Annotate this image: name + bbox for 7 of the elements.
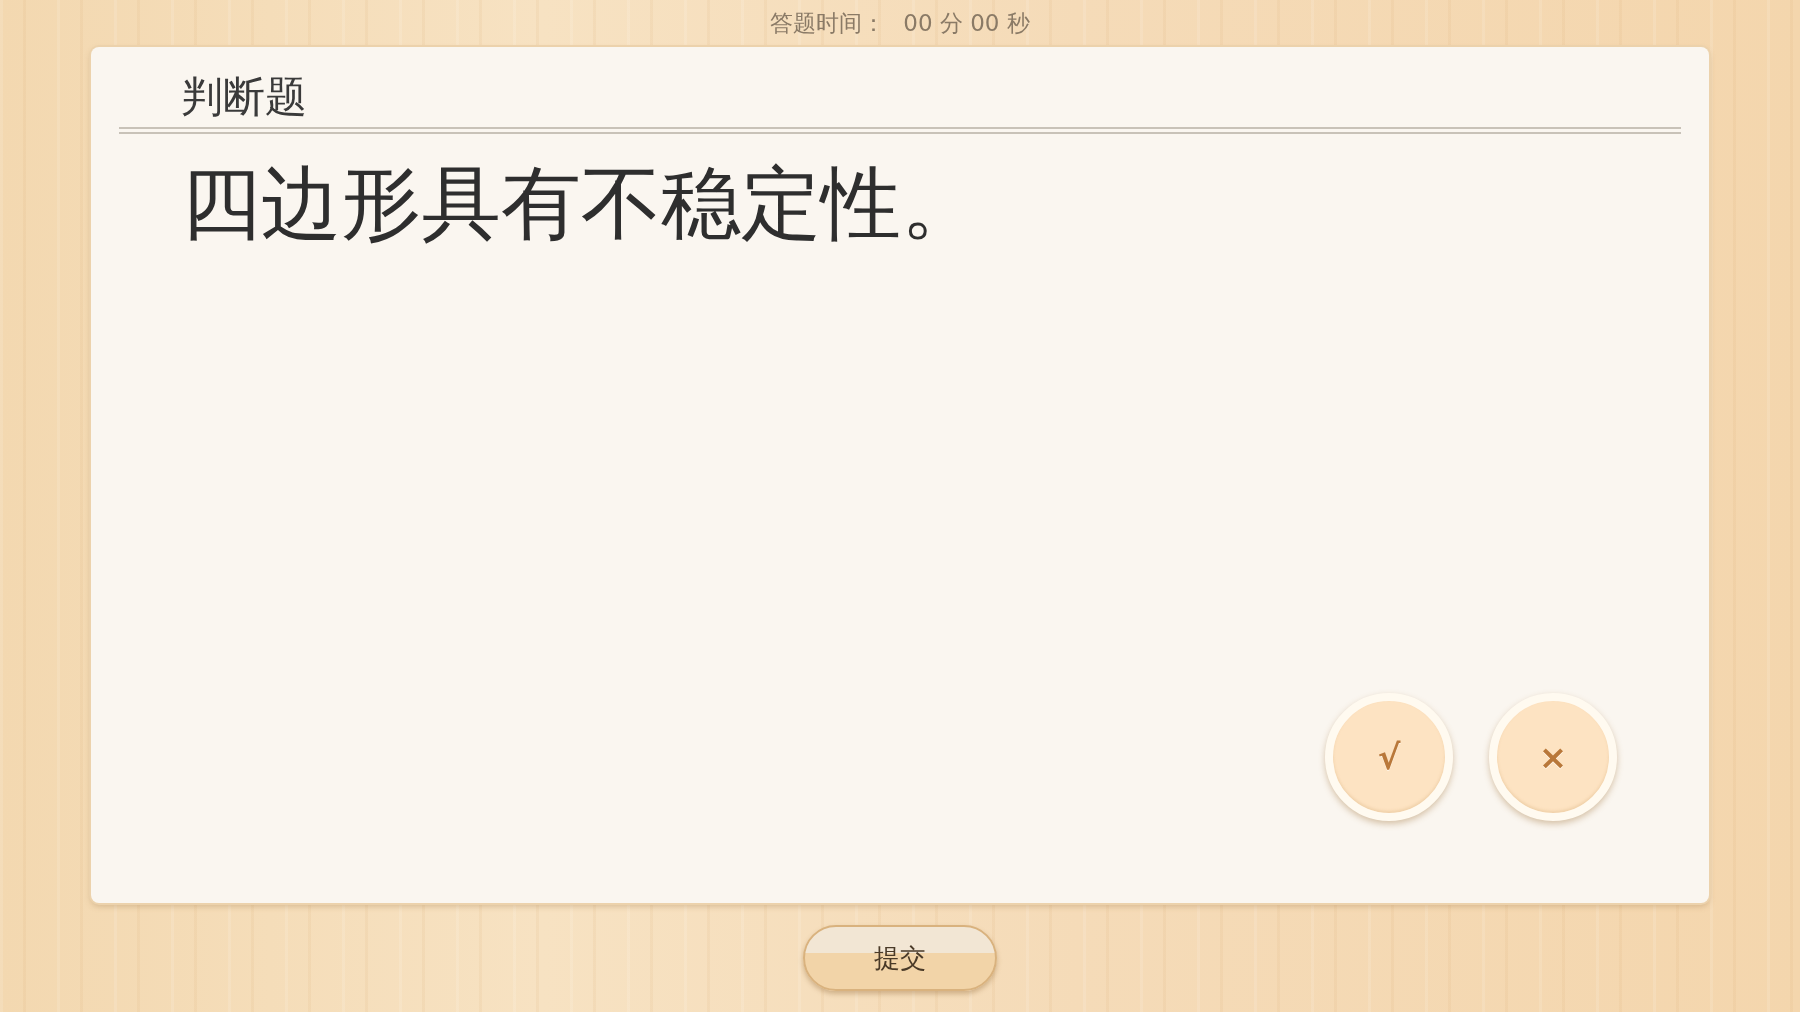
question-text: 四边形具有不稳定性。	[181, 157, 981, 250]
timer-value: 00 分 00 秒	[903, 9, 1030, 38]
timer-label: 答题时间：	[770, 9, 886, 38]
answer-button[interactable]: ×	[1489, 693, 1617, 821]
question-type: 判断题	[181, 72, 307, 121]
answer-button[interactable]: √	[1325, 693, 1453, 821]
submit-button[interactable]: 提交	[803, 925, 997, 991]
